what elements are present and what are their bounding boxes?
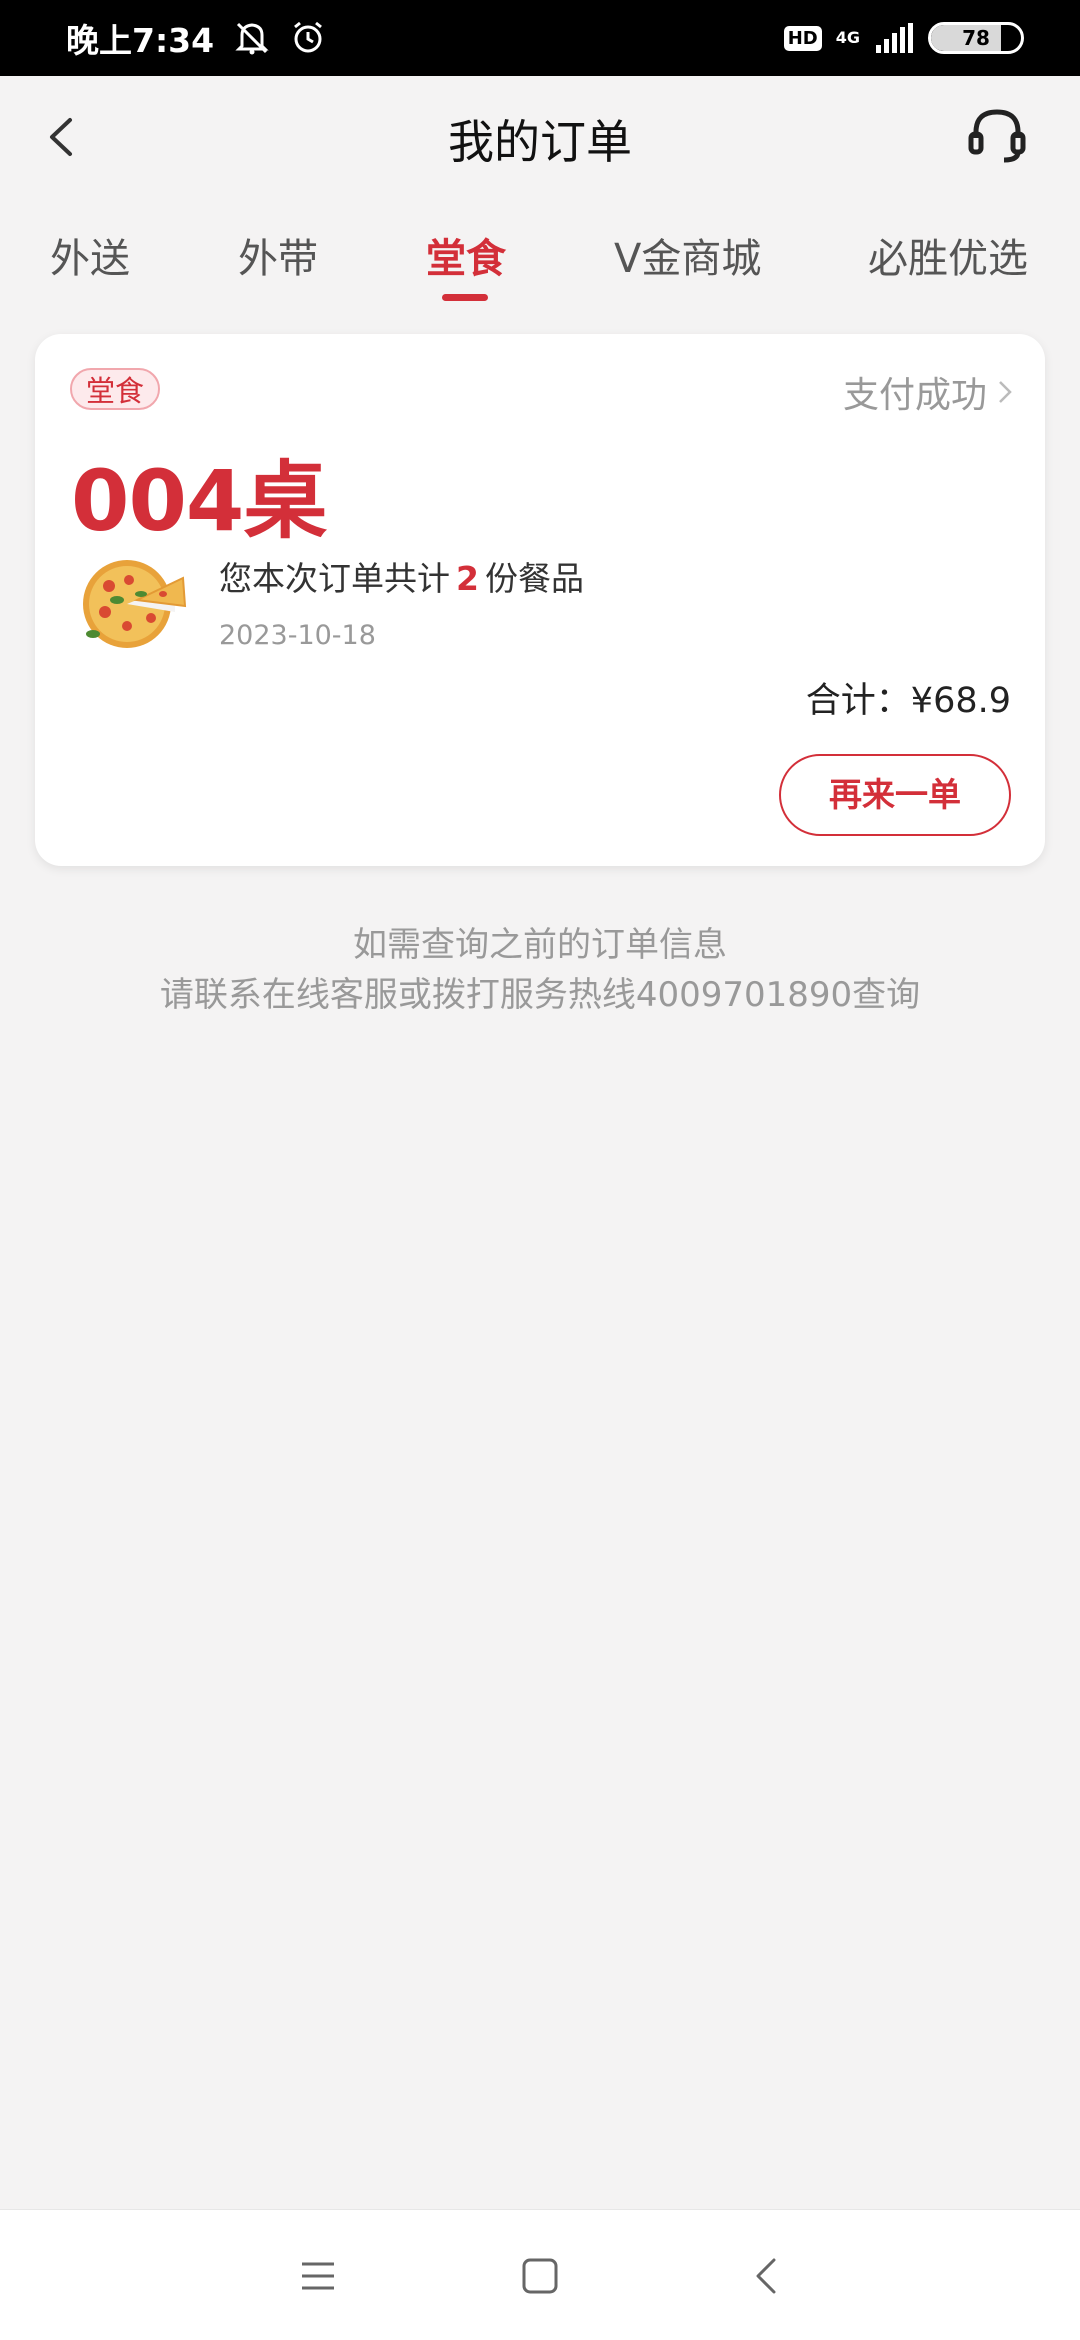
mute-icon [235,22,269,55]
order-type-badge: 堂食 [70,368,161,410]
tab-takeaway[interactable]: 外带 [238,226,318,284]
back-icon[interactable] [744,2252,792,2300]
status-bar-left: 晚上7:34 [66,14,326,62]
order-total: 合计：¥68.9 [805,681,1011,721]
item-count: 2 [456,559,479,598]
status-bar-right: HD 4G 78 [783,22,1024,54]
system-nav-bar [0,2209,1080,2340]
clock-time: 晚上7:34 [66,21,215,60]
summary-suffix: 份餐品 [484,559,584,598]
order-date: 2023-10-18 [219,620,376,651]
headset-icon[interactable] [966,104,1028,166]
tab-dine-in[interactable]: 堂食 [426,226,506,284]
pizza-icon [83,560,187,648]
order-summary: 您本次订单共计 2 份餐品 [219,552,584,600]
alarm-icon [294,21,323,53]
page-header: 我的订单 [0,76,1080,198]
tab-pizza-hut-select[interactable]: 必胜优选 [868,226,1028,284]
active-tab-indicator [442,294,488,301]
battery-level: 78 [962,26,990,50]
history-note-line2: 请联系在线客服或拨打服务热线4009701890查询 [159,975,921,1015]
home-icon[interactable] [516,2252,564,2300]
order-status[interactable]: 支付成功 [843,366,1013,418]
battery-icon: 78 [928,22,1024,54]
summary-prefix: 您本次订单共计 [219,559,450,598]
order-card[interactable]: 堂食 支付成功 004桌 您本次订单共计 2 份餐品 2023-10-18 合计：¥… [35,334,1045,866]
history-note: 如需查询之前的订单信息 请联系在线客服或拨打服务热线4009701890查询 [0,920,1080,1020]
tab-delivery[interactable]: 外送 [50,226,130,284]
reorder-button[interactable]: 再来一单 [779,754,1011,836]
table-number: 004桌 [71,452,327,550]
network-type: 4G [835,28,860,47]
status-bar: 晚上7:34 HD 4G 78 [0,0,1080,76]
history-note-line1: 如需查询之前的订单信息 [353,925,727,965]
page-title: 我的订单 [448,115,632,169]
chevron-right-icon [999,381,1012,403]
order-tabs: 外送 外带 堂食 V金商城 必胜优选 [0,210,1080,310]
signal-icon [876,23,913,53]
menu-icon[interactable] [294,2252,342,2300]
tab-v-gold-mall[interactable]: V金商城 [614,226,761,284]
order-status-label: 支付成功 [842,375,987,416]
hd-icon: HD [783,25,822,51]
